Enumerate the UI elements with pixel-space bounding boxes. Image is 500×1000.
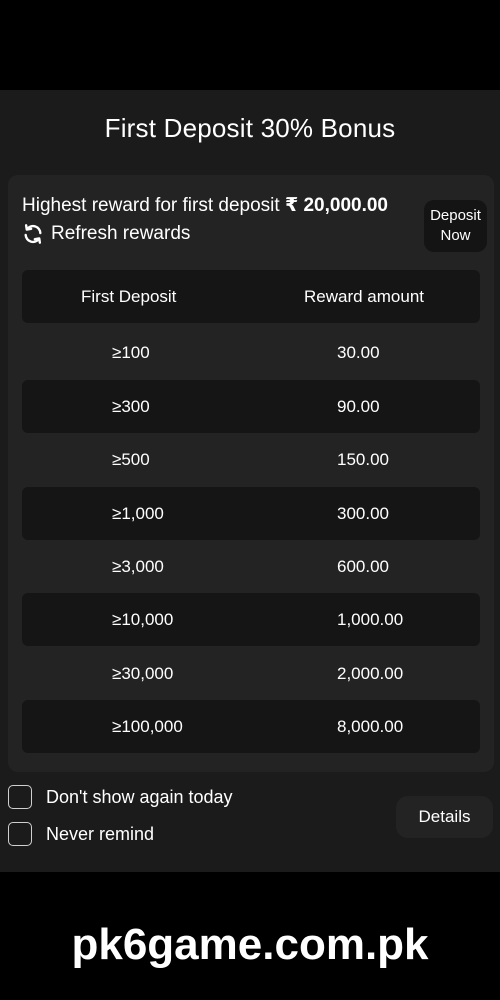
table-row: ≥30,000 2,000.00 bbox=[22, 647, 480, 700]
site-watermark: pk6game.com.pk bbox=[71, 920, 429, 969]
table-row: ≥500 150.00 bbox=[22, 433, 480, 486]
deposit-now-button[interactable]: Deposit Now bbox=[424, 200, 487, 252]
highest-reward-prefix: Highest reward for first deposit bbox=[22, 195, 285, 216]
header-reward-amount: Reward amount bbox=[304, 286, 425, 306]
table-row: ≥300 90.00 bbox=[22, 380, 480, 433]
highest-reward-amount: ₹ 20,000.00 bbox=[285, 195, 388, 216]
dont-show-today-label: Don't show again today bbox=[46, 786, 233, 807]
currency-symbol: ₹ bbox=[284, 195, 299, 216]
refresh-rewards-button[interactable]: Refresh rewards bbox=[22, 223, 190, 245]
never-remind-option[interactable]: Never remind bbox=[8, 822, 154, 846]
highest-reward-value: 20,000.00 bbox=[303, 195, 388, 216]
reward-value: 300.00 bbox=[337, 503, 389, 523]
highest-reward-text: Highest reward for first deposit ₹ 20,00… bbox=[22, 194, 388, 217]
never-remind-checkbox[interactable] bbox=[8, 822, 32, 846]
refresh-icon bbox=[24, 224, 42, 244]
reward-value: 30.00 bbox=[337, 342, 380, 362]
reward-value: 600.00 bbox=[337, 556, 389, 576]
dont-show-today-checkbox[interactable] bbox=[8, 785, 32, 809]
table-header: First Deposit Reward amount bbox=[22, 270, 480, 323]
deposit-threshold: ≥500 bbox=[112, 449, 150, 469]
reward-value: 150.00 bbox=[337, 449, 389, 469]
dont-show-today-option[interactable]: Don't show again today bbox=[8, 785, 233, 809]
table-row: ≥100,000 8,000.00 bbox=[22, 700, 480, 753]
reward-value: 1,000.00 bbox=[337, 609, 404, 629]
table-row: ≥3,000 600.00 bbox=[22, 540, 480, 593]
refresh-rewards-label: Refresh rewards bbox=[51, 223, 191, 244]
deposit-threshold: ≥30,000 bbox=[112, 663, 174, 683]
reward-value: 8,000.00 bbox=[337, 716, 404, 736]
deposit-threshold: ≥300 bbox=[112, 396, 150, 416]
deposit-threshold: ≥100,000 bbox=[112, 716, 183, 736]
details-button[interactable]: Details bbox=[396, 796, 493, 838]
deposit-threshold: ≥100 bbox=[112, 342, 150, 362]
deposit-threshold: ≥1,000 bbox=[112, 503, 164, 523]
deposit-threshold: ≥10,000 bbox=[112, 609, 174, 629]
deposit-now-label-line1: Deposit bbox=[430, 207, 481, 224]
modal-title: First Deposit 30% Bonus bbox=[104, 113, 396, 143]
never-remind-label: Never remind bbox=[46, 823, 155, 844]
reward-value: 2,000.00 bbox=[337, 663, 404, 683]
header-first-deposit: First Deposit bbox=[81, 286, 177, 306]
details-label: Details bbox=[418, 807, 471, 826]
reward-value: 90.00 bbox=[337, 396, 380, 416]
table-row: ≥1,000 300.00 bbox=[22, 487, 480, 540]
table-row: ≥10,000 1,000.00 bbox=[22, 593, 480, 646]
deposit-threshold: ≥3,000 bbox=[112, 556, 164, 576]
deposit-now-label-line2: Now bbox=[440, 227, 471, 244]
table-row: ≥100 30.00 bbox=[22, 326, 480, 379]
